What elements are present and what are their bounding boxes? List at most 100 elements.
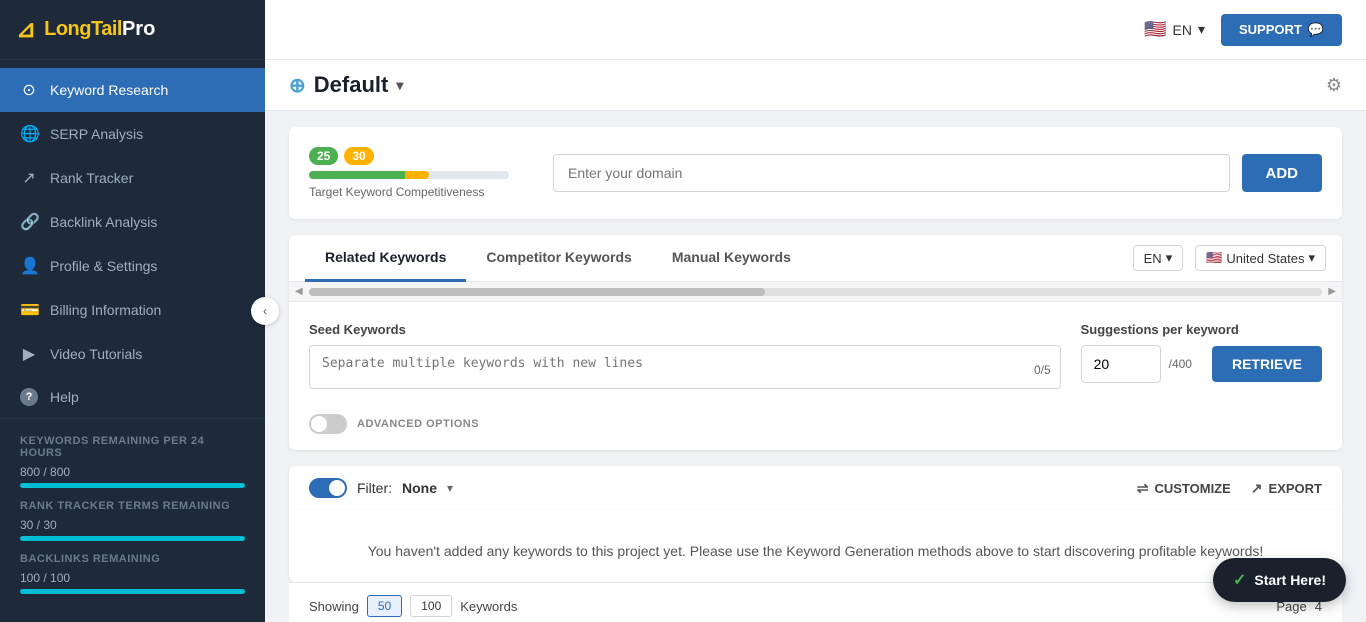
- backlink-icon: 🔗: [20, 212, 38, 232]
- showing-label: Showing: [309, 599, 359, 614]
- toggle-knob: [311, 416, 327, 432]
- content-area: ⊕ Default ▾ ⚙ 25 30 Target Keyword Compe…: [265, 60, 1366, 622]
- comp-bar: [309, 171, 509, 179]
- domain-input-area: ADD: [553, 154, 1322, 192]
- add-project-icon: ⊕: [289, 73, 306, 98]
- help-icon: ?: [20, 388, 38, 406]
- scroll-left-arrow[interactable]: ◀: [289, 284, 309, 299]
- tabs-header: Related Keywords Competitor Keywords Man…: [289, 235, 1342, 282]
- lang-arrow-icon: ▾: [1198, 21, 1205, 38]
- keyword-research-icon: ⊙: [20, 80, 38, 100]
- seed-textarea[interactable]: [309, 345, 1061, 389]
- topbar: 🇺🇸 EN ▾ SUPPORT 💬: [265, 0, 1366, 60]
- export-button[interactable]: ↗ EXPORT: [1251, 480, 1322, 497]
- rank-icon: ↗: [20, 168, 38, 188]
- tab-manual-keywords[interactable]: Manual Keywords: [652, 235, 811, 282]
- keywords-progress-fill: [20, 483, 245, 488]
- scroll-thumb: [309, 288, 765, 296]
- customize-button[interactable]: ⇌ CUSTOMIZE: [1137, 480, 1231, 497]
- seed-count: 0/5: [1034, 363, 1051, 377]
- project-name: Default: [314, 72, 389, 98]
- lang-mini-selector[interactable]: EN ▾: [1133, 245, 1184, 271]
- lang-mini-arrow: ▾: [1166, 250, 1173, 266]
- settings-gear-icon[interactable]: ⚙: [1326, 75, 1342, 96]
- language-selector[interactable]: 🇺🇸 EN ▾: [1144, 19, 1205, 40]
- country-selector[interactable]: 🇺🇸 United States ▾: [1195, 245, 1326, 271]
- retrieve-button[interactable]: RETRIEVE: [1212, 346, 1322, 382]
- keyword-tabs-container: Related Keywords Competitor Keywords Man…: [289, 235, 1342, 450]
- comp-label: Target Keyword Competitiveness: [309, 185, 529, 199]
- rank-progress-fill: [20, 536, 245, 541]
- filter-left: Filter: None ▾: [309, 478, 453, 498]
- scroll-right-arrow[interactable]: ▶: [1322, 284, 1342, 299]
- sidebar: ⊿ LongTailPro ‹ ⊙ Keyword Research 🌐 SER…: [0, 0, 265, 622]
- logo-text: LongTail: [44, 18, 122, 41]
- sidebar-item-label: Video Tutorials: [50, 346, 142, 362]
- sidebar-item-label: Backlink Analysis: [50, 214, 157, 230]
- sidebar-nav: ⊙ Keyword Research 🌐 SERP Analysis ↗ Ran…: [0, 60, 265, 418]
- suggestions-max: /400: [1169, 357, 1192, 371]
- logo-icon: ⊿: [16, 15, 36, 44]
- suggestions-label: Suggestions per keyword: [1081, 322, 1322, 337]
- sidebar-item-label: Billing Information: [50, 302, 161, 318]
- flag-us-icon: 🇺🇸: [1206, 250, 1222, 266]
- seed-right: Suggestions per keyword /400 RETRIEVE: [1081, 322, 1322, 383]
- domain-card: 25 30 Target Keyword Competitiveness ADD: [289, 127, 1342, 219]
- rank-stat: 30 / 30: [20, 518, 245, 532]
- billing-icon: 💳: [20, 300, 38, 320]
- start-here-button[interactable]: ✓ Start Here!: [1213, 558, 1346, 602]
- project-dropdown-icon: ▾: [396, 77, 403, 94]
- customize-label: CUSTOMIZE: [1154, 481, 1230, 496]
- scroll-track: [309, 288, 1323, 296]
- country-value: United States: [1226, 251, 1304, 266]
- logo-area: ⊿ LongTailPro: [0, 0, 265, 60]
- sidebar-item-keyword-research[interactable]: ⊙ Keyword Research: [0, 68, 265, 112]
- start-here-icon: ✓: [1233, 570, 1246, 590]
- suggestions-input[interactable]: [1081, 345, 1161, 383]
- sidebar-item-help[interactable]: ? Help: [0, 376, 265, 418]
- backlinks-progress-fill: [20, 589, 245, 594]
- sidebar-item-billing-information[interactable]: 💳 Billing Information: [0, 288, 265, 332]
- sidebar-item-rank-tracker[interactable]: ↗ Rank Tracker: [0, 156, 265, 200]
- comp-bar-green: [309, 171, 405, 179]
- filter-value: None: [402, 480, 437, 496]
- competitiveness-section: 25 30 Target Keyword Competitiveness: [309, 147, 529, 199]
- add-domain-button[interactable]: ADD: [1242, 154, 1323, 192]
- sidebar-item-backlink-analysis[interactable]: 🔗 Backlink Analysis: [0, 200, 265, 244]
- main-content: 🇺🇸 EN ▾ SUPPORT 💬 ⊕ Default ▾ ⚙ 25 30: [265, 0, 1366, 622]
- comp-bar-yellow: [405, 171, 429, 179]
- empty-state: You haven't added any keywords to this p…: [289, 510, 1342, 582]
- backlinks-stat: 100 / 100: [20, 571, 245, 585]
- logo-pro: Pro: [122, 18, 155, 41]
- project-header: ⊕ Default ▾ ⚙: [265, 60, 1366, 111]
- filter-toggle[interactable]: [309, 478, 347, 498]
- export-icon: ↗: [1251, 480, 1263, 497]
- filter-arrow-icon[interactable]: ▾: [447, 481, 453, 495]
- support-label: SUPPORT: [1239, 22, 1302, 37]
- serp-icon: 🌐: [20, 124, 38, 144]
- sidebar-item-serp-analysis[interactable]: 🌐 SERP Analysis: [0, 112, 265, 156]
- support-button[interactable]: SUPPORT 💬: [1221, 14, 1342, 46]
- sidebar-item-label: Help: [50, 389, 79, 405]
- show-left: Showing 50 100 Keywords: [309, 595, 517, 617]
- sidebar-item-video-tutorials[interactable]: ▶ Video Tutorials: [0, 332, 265, 376]
- keywords-stat: 800 / 800: [20, 465, 245, 479]
- tab-competitor-keywords[interactable]: Competitor Keywords: [466, 235, 651, 282]
- sidebar-item-profile-settings[interactable]: 👤 Profile & Settings: [0, 244, 265, 288]
- filter-toggle-knob: [329, 480, 345, 496]
- advanced-options-label: ADVANCED OPTIONS: [357, 418, 479, 430]
- domain-input[interactable]: [553, 154, 1230, 192]
- support-chat-icon: 💬: [1308, 22, 1324, 38]
- sidebar-item-label: Profile & Settings: [50, 258, 157, 274]
- project-title-area[interactable]: ⊕ Default ▾: [289, 72, 403, 98]
- export-label: EXPORT: [1269, 481, 1322, 496]
- sidebar-toggle[interactable]: ‹: [251, 297, 279, 325]
- advanced-options-toggle[interactable]: [309, 414, 347, 434]
- show-50-button[interactable]: 50: [367, 595, 402, 617]
- keywords-label: Keywords: [460, 599, 517, 614]
- suggestions-input-wrap: /400 RETRIEVE: [1081, 345, 1322, 383]
- show-100-button[interactable]: 100: [410, 595, 452, 617]
- sidebar-item-label: Rank Tracker: [50, 170, 133, 186]
- tab-related-keywords[interactable]: Related Keywords: [305, 235, 466, 282]
- show-row: Showing 50 100 Keywords Page 4: [289, 582, 1342, 622]
